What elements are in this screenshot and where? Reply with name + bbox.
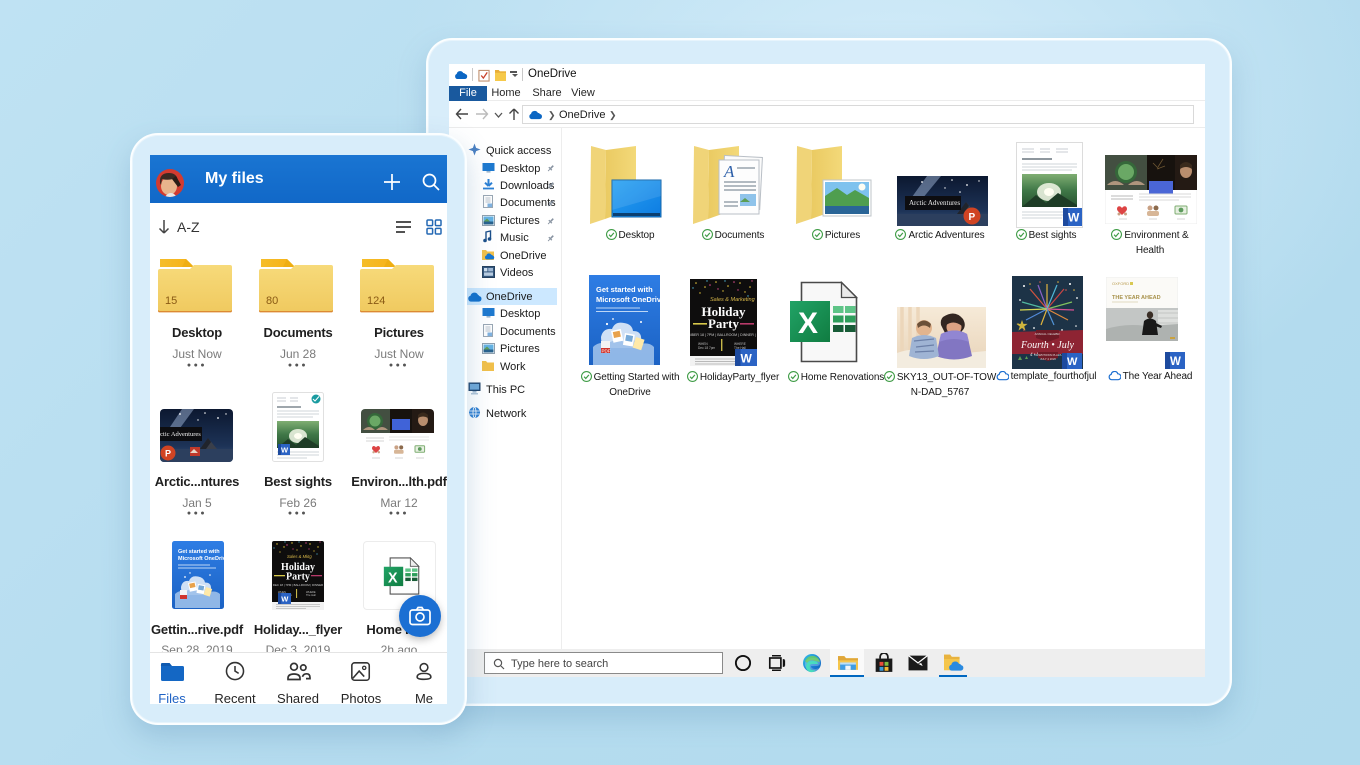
svg-text:W: W [1067, 356, 1078, 368]
svg-text:X: X [388, 570, 398, 586]
svg-text:PDF: PDF [602, 349, 611, 354]
svg-text:A: A [723, 162, 735, 181]
svg-text:124: 124 [367, 295, 385, 307]
svg-text:DECEMBER 18 | 7PM | BALLROOM |: DECEMBER 18 | 7PM | BALLROOM | DINNER | … [690, 333, 757, 337]
svg-text:Get started with: Get started with [178, 549, 220, 555]
svg-text:Sales & Mktg: Sales & Mktg [287, 554, 312, 559]
svg-text:DEC 18 | 7PM | BALLROOM | DINN: DEC 18 | 7PM | BALLROOM | DINNER [273, 583, 323, 587]
svg-text:80: 80 [266, 295, 278, 307]
svg-text:Dec 18 7pm: Dec 18 7pm [698, 346, 716, 350]
svg-text:W: W [1068, 211, 1080, 225]
svg-text:15: 15 [165, 295, 177, 307]
svg-text:W: W [281, 595, 289, 604]
svg-text:Get started with: Get started with [596, 285, 653, 294]
svg-text:Microsoft OneDrive: Microsoft OneDrive [178, 556, 224, 562]
svg-text:Arctic Adventures: Arctic Adventures [909, 199, 960, 207]
svg-text:P: P [969, 212, 976, 223]
svg-text:OXFORD: OXFORD [1112, 281, 1129, 286]
svg-text:rctic Adventures: rctic Adventures [160, 431, 201, 438]
svg-text:Party: Party [286, 572, 310, 583]
svg-text:JULY 4 2020: JULY 4 2020 [1040, 357, 1056, 361]
svg-text:Sales & Marketing: Sales & Marketing [710, 297, 756, 303]
svg-text:The Hall: The Hall [306, 593, 316, 597]
svg-text:W: W [741, 352, 753, 366]
svg-text:P: P [165, 449, 171, 459]
svg-text:THE YEAR AHEAD: THE YEAR AHEAD [1112, 295, 1161, 301]
svg-text:Party: Party [708, 316, 740, 331]
svg-text:W: W [281, 446, 289, 455]
svg-text:Microsoft OneDrive: Microsoft OneDrive [596, 295, 660, 304]
svg-text:Fourth • July: Fourth • July [1020, 340, 1074, 351]
svg-text:ANNUAL CELEBR.: ANNUAL CELEBR. [1035, 332, 1061, 336]
svg-text:X: X [798, 307, 818, 340]
svg-text:W: W [1170, 356, 1181, 368]
